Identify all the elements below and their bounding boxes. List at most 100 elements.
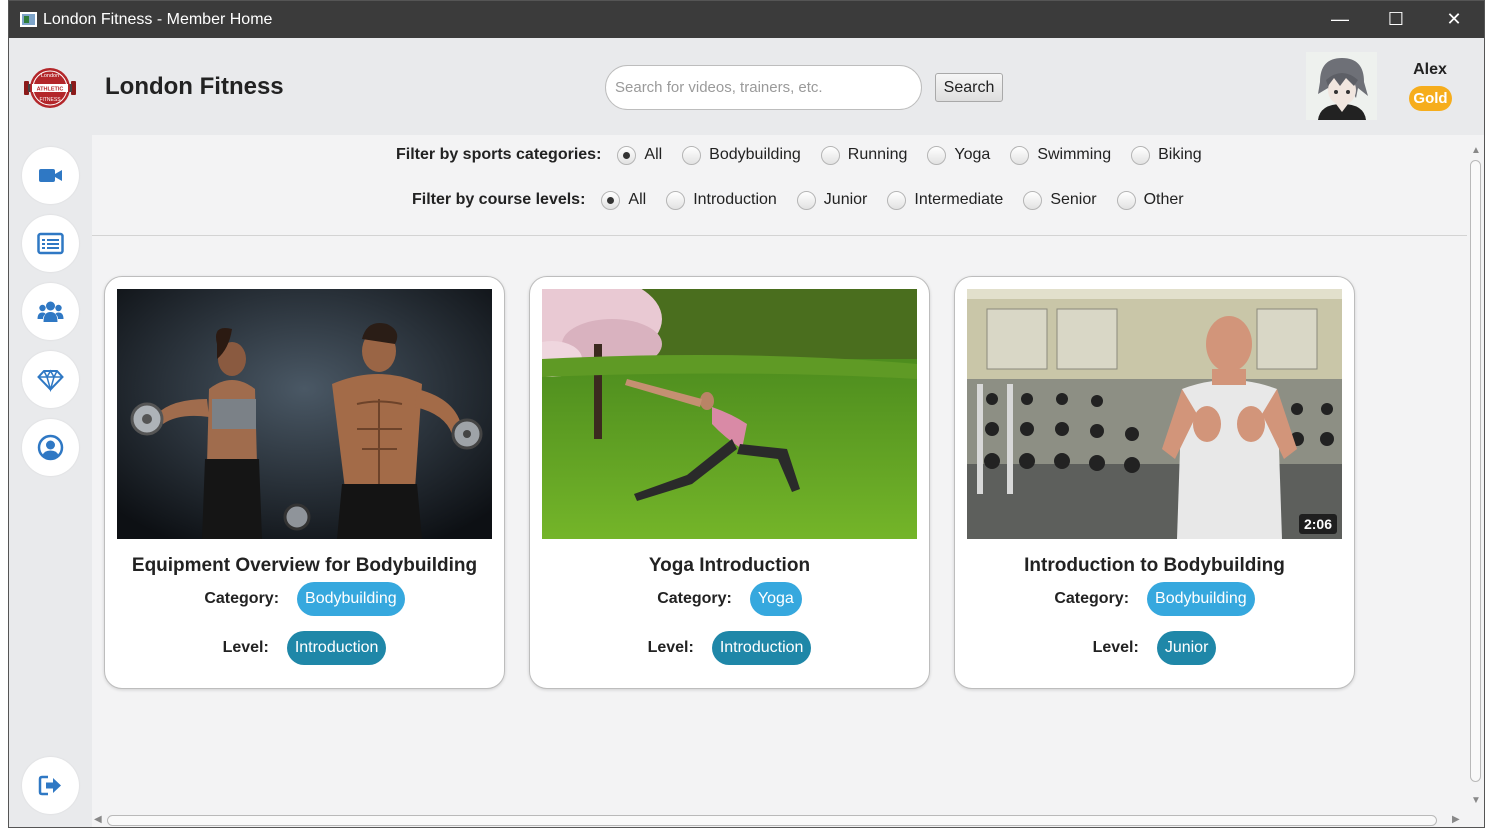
yoga-pose-image xyxy=(542,289,917,539)
video-thumbnail[interactable] xyxy=(117,289,492,539)
category-pill[interactable]: Bodybuilding xyxy=(1147,582,1255,616)
category-row: Category: Bodybuilding xyxy=(105,582,504,616)
category-filter-label: Filter by sports categories: xyxy=(396,146,602,163)
level-row: Level: Introduction xyxy=(105,631,504,665)
radio-dot[interactable] xyxy=(887,190,907,210)
video-camera-icon xyxy=(39,169,62,182)
gym-trainer-image xyxy=(967,289,1342,539)
level-label: Level: xyxy=(647,639,694,656)
sidebar-item-membership[interactable] xyxy=(22,351,79,408)
level-radio-senior[interactable]: Senior xyxy=(1023,190,1097,210)
category-row: Category: Yoga xyxy=(530,582,929,616)
radio-dot[interactable] xyxy=(1010,145,1030,165)
app-icon xyxy=(20,12,37,27)
level-row: Level: Junior xyxy=(955,631,1354,665)
brand-name: London Fitness xyxy=(105,73,284,100)
category-radio-swimming[interactable]: Swimming xyxy=(1010,145,1111,165)
category-label: Category: xyxy=(657,590,732,607)
sign-out-icon xyxy=(38,775,61,796)
category-radio-running[interactable]: Running xyxy=(820,145,907,165)
level-label: Level: xyxy=(1092,639,1139,656)
diamond-icon xyxy=(37,369,64,393)
minimize-button[interactable]: — xyxy=(1311,1,1369,38)
horizontal-scroll-thumb[interactable] xyxy=(107,815,1437,826)
sidebar-item-trainers[interactable] xyxy=(22,283,79,340)
level-pill[interactable]: Introduction xyxy=(711,631,812,665)
level-radio-all[interactable]: All xyxy=(601,190,646,210)
video-card[interactable]: Equipment Overview for Bodybuilding Cate… xyxy=(104,276,505,689)
video-thumbnail[interactable] xyxy=(542,289,917,539)
category-filter-row: Filter by sports categories: All Bodybui… xyxy=(396,143,1222,167)
list-icon xyxy=(37,232,64,255)
category-radio-bodybuilding[interactable]: Bodybuilding xyxy=(682,145,801,165)
scroll-up-arrow[interactable]: ▲ xyxy=(1471,145,1481,156)
svg-text:ATHLETIC: ATHLETIC xyxy=(37,87,64,93)
category-row: Category: Bodybuilding xyxy=(955,582,1354,616)
category-radio-yoga[interactable]: Yoga xyxy=(927,145,990,165)
level-filter-row: Filter by course levels: All Introductio… xyxy=(412,188,1204,212)
title-bar: London Fitness - Member Home — ☐ ✕ xyxy=(9,1,1484,38)
sidebar-item-courses[interactable] xyxy=(22,215,79,272)
maximize-button[interactable]: ☐ xyxy=(1367,1,1425,38)
scroll-left-arrow[interactable]: ◀ xyxy=(94,814,102,825)
logout-button[interactable] xyxy=(22,757,79,814)
window-title: London Fitness - Member Home xyxy=(43,11,273,28)
radio-dot[interactable] xyxy=(927,145,947,165)
svg-text:FITNESS: FITNESS xyxy=(39,97,61,103)
sidebar-item-profile[interactable] xyxy=(22,419,79,476)
radio-dot[interactable] xyxy=(1116,190,1136,210)
bodybuilding-couple-image xyxy=(117,289,492,539)
scroll-down-arrow[interactable]: ▼ xyxy=(1471,795,1481,806)
video-title[interactable]: Yoga Introduction xyxy=(530,555,929,577)
filter-panel: Filter by sports categories: All Bodybui… xyxy=(92,135,1467,236)
london-fitness-logo: London ATHLETIC FITNESS xyxy=(23,65,77,111)
video-title[interactable]: Equipment Overview for Bodybuilding xyxy=(105,555,504,577)
level-radio-other[interactable]: Other xyxy=(1116,190,1184,210)
radio-dot[interactable] xyxy=(601,190,621,210)
user-name: Alex xyxy=(1413,61,1447,78)
radio-dot[interactable] xyxy=(820,145,840,165)
users-icon xyxy=(37,301,64,322)
level-pill[interactable]: Junior xyxy=(1156,631,1217,665)
svg-text:London: London xyxy=(41,73,59,79)
search-input[interactable] xyxy=(605,65,922,110)
search-button[interactable]: Search xyxy=(935,73,1003,102)
scroll-right-arrow[interactable]: ▶ xyxy=(1452,814,1460,825)
radio-dot[interactable] xyxy=(666,190,686,210)
sidebar-nav xyxy=(9,135,92,827)
radio-dot[interactable] xyxy=(1023,190,1043,210)
video-title[interactable]: Introduction to Bodybuilding xyxy=(955,555,1354,577)
level-radio-intermediate[interactable]: Intermediate xyxy=(887,190,1003,210)
vertical-scrollbar[interactable]: ▲ ▼ xyxy=(1467,145,1484,813)
level-row: Level: Introduction xyxy=(530,631,929,665)
close-button[interactable]: ✕ xyxy=(1425,1,1483,38)
main-content: Filter by sports categories: All Bodybui… xyxy=(92,135,1484,827)
video-duration: 2:06 xyxy=(1298,514,1337,534)
radio-dot[interactable] xyxy=(682,145,702,165)
level-label: Level: xyxy=(222,639,269,656)
category-radio-biking[interactable]: Biking xyxy=(1131,145,1202,165)
level-radio-introduction[interactable]: Introduction xyxy=(666,190,777,210)
video-card[interactable]: Yoga Introduction Category: Yoga Level: … xyxy=(529,276,930,689)
sidebar-item-videos[interactable] xyxy=(22,147,79,204)
membership-tier-badge: Gold xyxy=(1409,86,1452,111)
category-radio-all[interactable]: All xyxy=(617,145,662,165)
avatar[interactable] xyxy=(1306,52,1377,120)
app-window: London Fitness - Member Home — ☐ ✕ Londo… xyxy=(8,0,1485,828)
level-radio-junior[interactable]: Junior xyxy=(796,190,867,210)
user-circle-icon xyxy=(37,434,64,461)
radio-dot[interactable] xyxy=(1131,145,1151,165)
video-thumbnail[interactable]: 2:06 xyxy=(967,289,1342,539)
category-pill[interactable]: Bodybuilding xyxy=(297,582,405,616)
radio-dot[interactable] xyxy=(617,145,637,165)
level-filter-label: Filter by course levels: xyxy=(412,191,586,208)
category-label: Category: xyxy=(204,590,280,607)
vertical-scroll-thumb[interactable] xyxy=(1470,160,1481,782)
radio-dot[interactable] xyxy=(796,190,816,210)
category-label: Category: xyxy=(1054,590,1130,607)
video-card[interactable]: 2:06 Introduction to Bodybuilding Catego… xyxy=(954,276,1355,689)
category-pill[interactable]: Yoga xyxy=(749,582,802,616)
horizontal-scrollbar[interactable]: ◀ ▶ xyxy=(92,812,1467,827)
level-pill[interactable]: Introduction xyxy=(286,631,387,665)
app-header: London ATHLETIC FITNESS London Fitness S… xyxy=(9,38,1484,135)
